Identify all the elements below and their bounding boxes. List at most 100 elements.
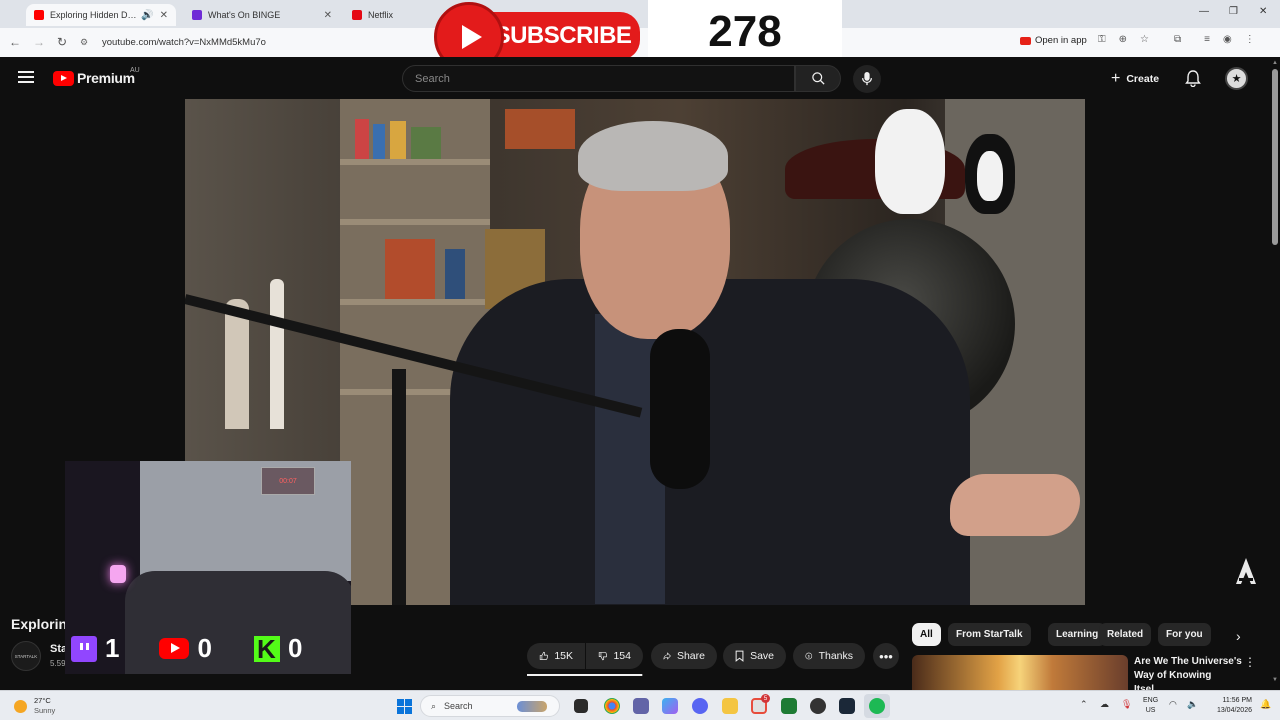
share-label: Share [676,650,705,662]
like-ratio-bar [527,674,643,676]
tab-title: Netflix [368,10,394,20]
forward-icon[interactable]: → [27,35,51,49]
svg-text:$: $ [808,654,811,658]
scroll-up-icon[interactable]: ▲ [1272,60,1278,66]
tab-netflix[interactable]: Netflix [344,4,434,26]
chip-from-startalk[interactable]: From StarTalk [948,623,1031,646]
extensions-icon[interactable]: ⧉ [1174,34,1181,45]
like-ratio-fill [527,674,642,676]
webcam-overlay: 00:07 1 0 0 [65,461,351,674]
url-text: youtube.com/watch?v=NxMMd5kMu7o [102,37,266,48]
teams-icon[interactable] [633,698,649,714]
file-explorer-icon[interactable] [722,698,738,714]
kick-count: 0 [287,633,303,663]
browser-menu-icon[interactable]: ⋮ [1245,34,1255,45]
youtube-premium-logo[interactable]: Premium AU [53,67,140,86]
recommendation-thumbnail[interactable] [912,655,1128,690]
screen: Exploring Hidden Dimensio 🔊 ✕ What's On … [0,0,1280,720]
more-icon[interactable]: ⋮ [1244,655,1256,669]
channel-watermark-icon[interactable] [1230,556,1262,588]
twitch-counter: 1 [71,633,119,664]
tab-whats-on-binge[interactable]: What's On BINGE ✕ [184,4,340,26]
save-button[interactable]: Save [723,643,786,669]
thanks-label: Thanks [818,650,853,662]
chip-learning[interactable]: Learning [1048,623,1107,646]
tab-close-icon[interactable]: ✕ [160,10,168,21]
obs-icon[interactable] [810,698,826,714]
super-thanks-icon: $ [805,652,813,660]
dislike-button[interactable]: 154 [586,643,643,669]
kick-icon [253,635,280,663]
thumbs-down-icon [598,652,608,661]
youtube-icon [1020,36,1031,45]
search-icon: ⌕ [431,700,437,711]
more-actions-button[interactable]: ••• [873,643,899,669]
steam-icon[interactable] [839,698,855,714]
twitch-icon [71,635,97,662]
notifications-button[interactable] [1185,70,1201,92]
share-icon [663,652,671,660]
like-button[interactable]: 15K [527,643,585,669]
search-icon [811,72,825,85]
search-input[interactable]: Search [402,65,795,92]
chrome-icon[interactable] [604,698,620,714]
spotify-icon[interactable] [869,698,885,714]
chevron-right-icon[interactable]: › [1236,628,1241,644]
chip-related[interactable]: Related [1099,623,1152,646]
copilot-icon[interactable] [662,698,678,714]
system-clock[interactable]: 11:56 PM 13/04/2026 [1208,696,1252,716]
zoom-icon[interactable]: ⊕ [1119,34,1127,45]
media-control-icon[interactable]: ≡ [1204,34,1210,45]
chip-all[interactable]: All [912,623,941,646]
tab-exploring-hidden-dimensions[interactable]: Exploring Hidden Dimensio 🔊 ✕ [26,4,176,26]
tab-close-icon[interactable]: ✕ [324,10,332,21]
notification-center-icon[interactable]: 🔔 [1260,699,1271,710]
language-indicator[interactable]: ENG US [1143,696,1158,716]
weather-widget[interactable]: 27°C Sunny [14,696,55,716]
onedrive-icon[interactable]: ☁ [1100,699,1109,710]
open-in-app-button[interactable]: Open in app [1020,35,1087,46]
close-window-icon[interactable]: ✕ [1259,6,1267,17]
windows-start-icon[interactable] [397,699,412,714]
chip-for-you[interactable]: For you [1158,623,1211,646]
reload-icon[interactable]: ↻ [50,35,74,49]
twitch-count: 1 [105,633,120,663]
create-button[interactable]: + Create [1101,67,1169,91]
taskbar-search[interactable]: ⌕ Search [420,695,560,717]
profile-icon[interactable]: ◉ [1223,34,1232,45]
restore-icon[interactable]: ❐ [1229,6,1238,17]
volume-icon[interactable]: 🔈 [1187,699,1198,710]
mic-in-use-icon[interactable]: 🎙 [1121,699,1132,710]
page-scrollbar[interactable]: ▲ ▼ [1270,57,1280,690]
menu-icon[interactable] [18,71,34,83]
voice-search-button[interactable] [853,65,881,93]
tray-overflow-icon[interactable]: ⌃ [1080,699,1088,710]
bookmark-star-icon[interactable]: ☆ [1140,34,1149,45]
tab-title: What's On BINGE [208,10,281,20]
share-button[interactable]: Share [651,643,717,669]
thanks-button[interactable]: $ Thanks [793,643,865,669]
youtube-count: 0 [197,633,212,663]
wifi-icon[interactable]: ◠ [1169,699,1177,710]
account-avatar[interactable]: ★ [1225,67,1248,90]
search-button[interactable] [795,65,841,92]
back-icon[interactable]: ← [3,35,27,49]
scroll-down-icon[interactable]: ▼ [1272,677,1278,683]
more-icon: ••• [879,648,893,664]
site-info-icon[interactable]: ⚙ [80,37,92,48]
sun-icon [14,699,27,713]
notification-badge: 5 [761,694,770,703]
channel-name[interactable]: Sta [50,643,65,655]
minimize-icon[interactable]: — [1199,6,1209,17]
password-key-icon[interactable]: ⚿ [1098,34,1106,45]
task-view-icon[interactable] [574,699,588,713]
country-code: AU [130,67,140,74]
youtube-header: Premium AU Search + Create ★ [0,57,1270,99]
spreadsheet-icon[interactable] [781,698,797,714]
url-field[interactable]: ⚙ youtube.com/watch?v=NxMMd5kMu7o [80,33,266,52]
speaker-icon[interactable]: 🔊 [141,10,153,21]
channel-avatar[interactable]: STARTALK [11,641,41,671]
scrollbar-thumb[interactable] [1272,69,1278,245]
open-in-app-label: Open in app [1035,35,1087,46]
discord-icon[interactable] [692,698,708,714]
